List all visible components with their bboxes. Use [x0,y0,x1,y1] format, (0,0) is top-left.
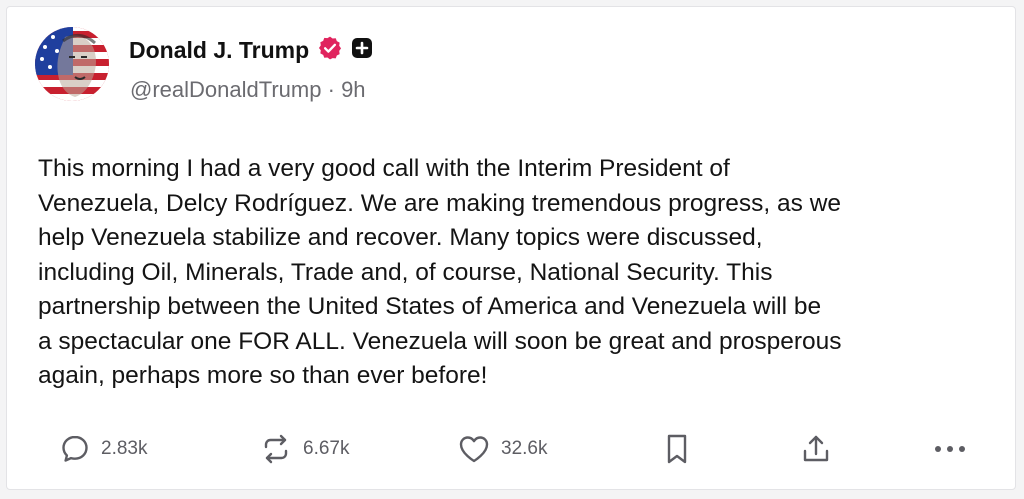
action-bar: 2.83k 6.67k 32.6k [7,425,1015,473]
more-options-icon [933,444,967,454]
plus-badge-icon [351,37,373,64]
heart-icon [457,433,491,465]
share-icon [799,432,833,466]
avatar-image [35,27,109,101]
repost-count: 6.67k [303,438,350,459]
post-timestamp[interactable]: 9h [341,77,365,102]
author-name-row: Donald J. Trump [129,33,373,67]
bookmark-icon [663,432,691,466]
reply-icon [59,433,91,465]
post-text: This morning I had a very good call with… [38,155,842,389]
more-options-button[interactable] [933,425,967,473]
reply-button[interactable]: 2.83k [59,425,147,473]
like-count: 32.6k [501,438,548,459]
author-meta: @realDonaldTrump · 9h [130,77,366,103]
reply-count: 2.83k [101,438,148,459]
bookmark-button[interactable] [663,425,691,473]
repost-button[interactable]: 6.67k [259,425,349,473]
meta-separator: · [327,77,335,102]
verified-badge-icon [317,35,343,66]
author-display-name[interactable]: Donald J. Trump [129,37,309,64]
share-button[interactable] [799,425,833,473]
repost-icon [259,432,293,466]
post-card: Donald J. Trump @realDonaldTrump · 9h Th… [6,6,1016,490]
author-handle[interactable]: @realDonaldTrump [130,77,321,102]
avatar[interactable] [35,27,109,101]
like-button[interactable]: 32.6k [457,425,547,473]
